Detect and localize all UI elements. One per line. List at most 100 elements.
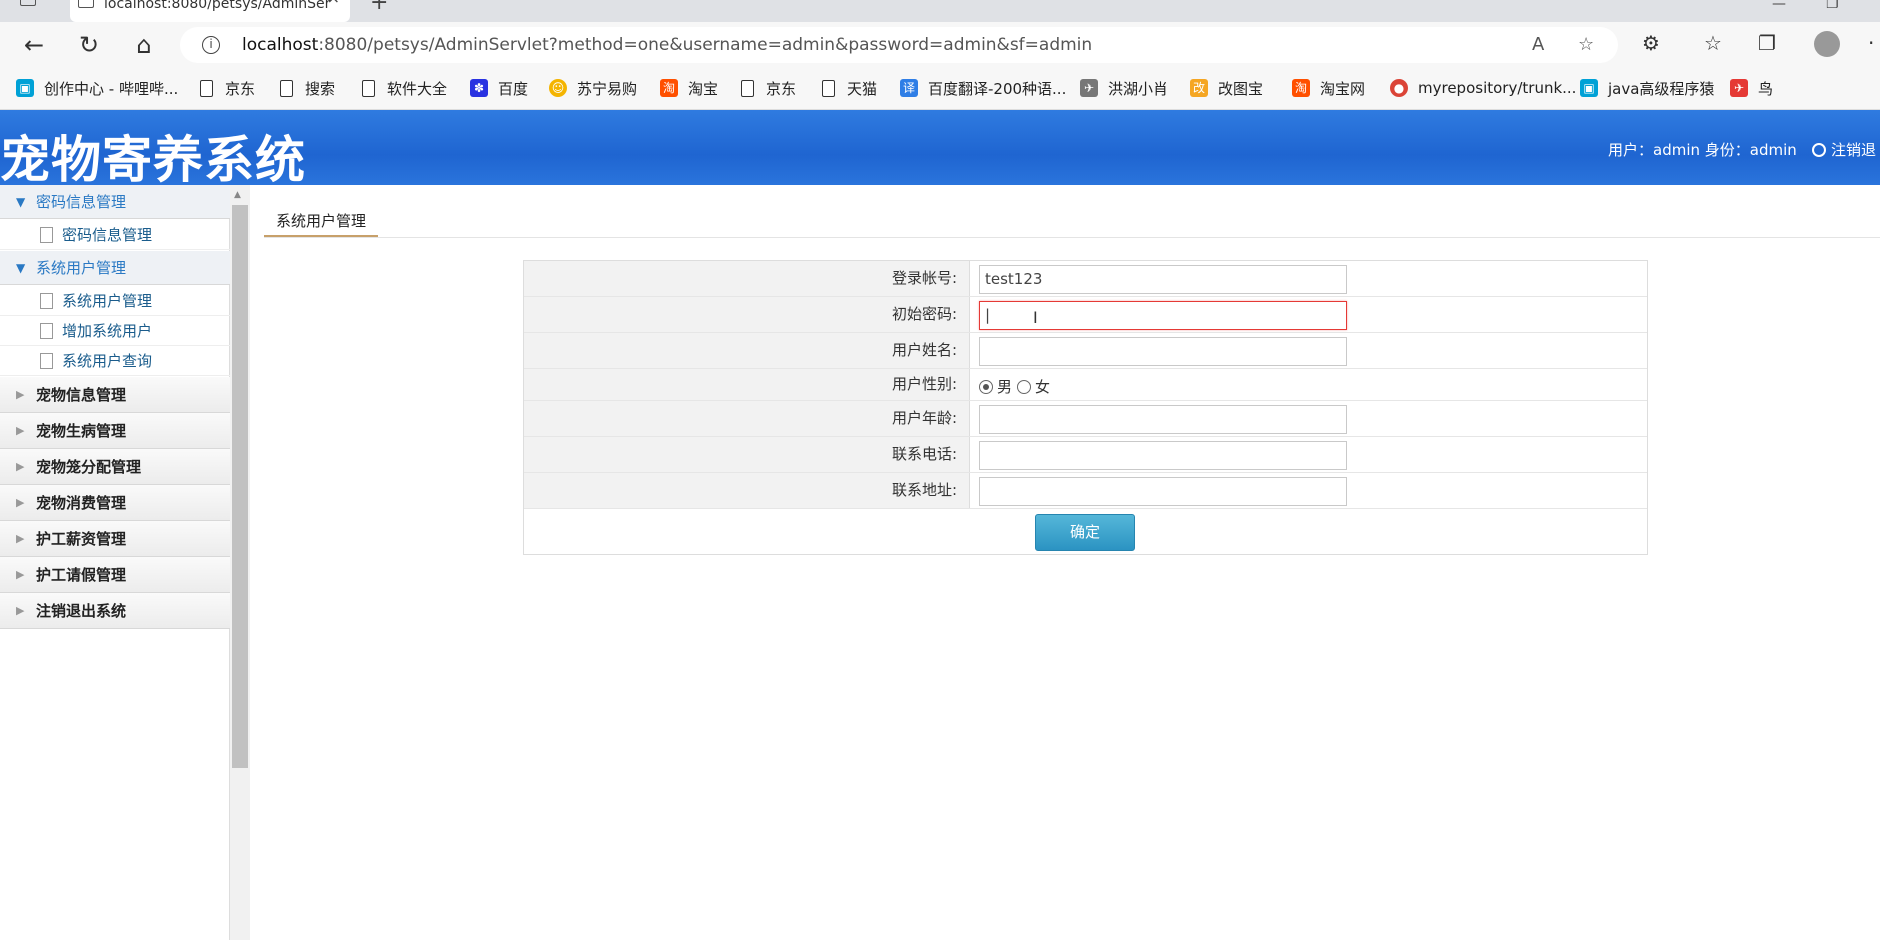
form-row-phone: 联系电话: [524,437,1647,473]
collections-icon[interactable]: ❐ [1758,31,1776,55]
page-icon [40,227,53,243]
age-input[interactable] [979,405,1347,434]
bookmark-item[interactable]: 软件大全 [362,77,447,99]
collapsed-arrow-icon: ▶ [16,460,25,473]
phone-label: 联系电话: [524,437,970,472]
tab-actions-icon[interactable] [20,0,36,6]
gender-female-label: 女 [1035,378,1051,396]
submit-button[interactable]: 确定 [1035,514,1135,551]
tab-sysuser-manage[interactable]: 系统用户管理 [264,205,378,237]
page-icon [362,79,375,97]
bookmarks-bar: ▣ 创作中心 - 哔哩哔... 京东 搜索 软件大全 ✽ 百度 ☺ 苏宁易购 淘淘宝 … [0,68,1880,110]
address-bar[interactable]: i localhost:8080/petsys/AdminServlet?met… [180,27,1618,63]
password-label: 初始密码: [524,297,970,332]
home-icon[interactable]: ⌂ [126,27,162,63]
form-row-account: 登录帐号: test123 [524,261,1647,297]
main-content: 系统用户管理 登录帐号: test123 初始密码: | 用户姓名: 用户性别:… [250,185,1880,940]
back-icon[interactable]: ← [16,27,52,63]
profile-avatar[interactable] [1814,31,1840,57]
tab-title: localhost:8080/petsys/AdminSer [104,0,331,12]
sidebar-group-pet-info[interactable]: ▶ 宠物信息管理 [0,377,230,413]
sidebar-group-pet-cage[interactable]: ▶ 宠物笼分配管理 [0,449,230,485]
sidebar-scrollbar[interactable]: ▲ [230,185,250,940]
sidebar-item-sysuser-add[interactable]: 增加系统用户 [0,316,230,346]
sidebar-group-logout[interactable]: ▶ 注销退出系统 [0,593,230,629]
page-icon [822,79,835,97]
bookmark-item[interactable]: 京东 [200,77,255,99]
page-icon [78,0,94,8]
close-tab-icon[interactable]: × [327,0,340,6]
extensions-icon[interactable]: ⚙ [1642,31,1660,55]
favorites-icon[interactable]: ☆ [1704,31,1722,55]
bookmark-item[interactable]: ✈ 鸟 [1730,77,1773,99]
sidebar-group-nurse-leave[interactable]: ▶ 护工请假管理 [0,557,230,593]
bookmark-item[interactable]: ✽ 百度 [470,77,528,99]
bookmark-item[interactable]: ● myrepository/trunk... [1390,77,1576,99]
refresh-icon[interactable]: ↻ [71,27,107,63]
sidebar-item-sysuser-manage[interactable]: 系统用户管理 [0,286,230,316]
collapsed-arrow-icon: ▶ [16,604,25,617]
bookmark-item[interactable]: ▣ 创作中心 - 哔哩哔... [16,77,178,99]
address-input[interactable] [979,477,1347,506]
gaitubao-icon: 改 [1190,79,1208,97]
address-toolbar: ← ↻ ⌂ i localhost:8080/petsys/AdminServl… [0,22,1880,68]
sidebar-group-password[interactable]: ▼ 密码信息管理 [0,185,230,219]
sidebar-group-nurse-salary[interactable]: ▶ 护工薪资管理 [0,521,230,557]
bilibili-icon: ▣ [1580,79,1598,97]
sidebar-group-pet-consume[interactable]: ▶ 宠物消费管理 [0,485,230,521]
scrollbar-thumb[interactable] [232,205,248,768]
url-text[interactable]: localhost:8080/petsys/AdminServlet?metho… [242,35,1092,55]
favorite-add-icon[interactable]: ☆ [1578,34,1594,55]
collapsed-arrow-icon: ▶ [16,496,25,509]
gender-male-radio[interactable] [979,379,993,394]
expanded-arrow-icon: ▼ [16,261,26,275]
site-info-icon[interactable]: i [202,36,220,54]
bookmark-item[interactable]: 译百度翻译-200种语... [900,77,1066,99]
bookmark-item[interactable]: ▣ java高级程序猿 [1580,77,1714,99]
scroll-up-icon[interactable]: ▲ [234,190,241,200]
bookmark-item[interactable]: ☺ 苏宁易购 [549,77,637,99]
read-aloud-icon[interactable]: A [1532,34,1544,55]
account-input[interactable]: test123 [979,265,1347,294]
bookmark-item[interactable]: 淘淘宝网 [1292,77,1365,99]
suning-icon: ☺ [549,79,567,97]
gender-male-label: 男 [997,378,1013,396]
phone-input[interactable] [979,441,1347,470]
bookmark-item[interactable]: 天猫 [822,77,877,99]
address-label: 联系地址: [524,473,970,508]
browser-tab-active[interactable]: localhost:8080/petsys/AdminSer × [70,0,350,22]
sidebar-group-sysuser[interactable]: ▼ 系统用户管理 [0,251,230,285]
sidebar-menu: ▼ 密码信息管理 密码信息管理 ▼ 系统用户管理 系统用户管理 增加系统用户 系统用… [0,185,230,940]
collapsed-arrow-icon: ▶ [16,424,25,437]
bookmark-item[interactable]: 改改图宝 [1190,77,1263,99]
bilibili-icon: ▣ [16,79,34,97]
app-header: 宠物寄养系统 用户：admin 身份：admin 注销退 [0,110,1880,189]
browser-tabstrip: localhost:8080/petsys/AdminSer × + — ❐ [0,0,1880,22]
bookmark-item[interactable]: 淘淘宝 [660,77,718,99]
gender-label: 用户性别: [524,369,970,400]
bookmark-item[interactable]: ✈ 洪湖小肖 [1080,77,1168,99]
text-cursor-icon: I [1033,308,1038,327]
sidebar-item-password-manage[interactable]: 密码信息管理 [0,220,230,250]
expanded-arrow-icon: ▼ [16,195,26,209]
name-input[interactable] [979,337,1347,366]
page-icon [200,79,213,97]
sidebar-item-sysuser-query[interactable]: 系统用户查询 [0,346,230,376]
form-row-age: 用户年龄: [524,401,1647,437]
taobao-icon: 淘 [660,79,678,97]
user-info: 用户：admin 身份：admin [1608,141,1797,159]
gender-female-radio[interactable] [1017,379,1032,394]
fanyi-icon: 译 [900,79,918,97]
minimize-icon[interactable]: — [1772,0,1786,12]
collapsed-arrow-icon: ▶ [16,532,25,545]
account-label: 登录帐号: [524,261,970,296]
restore-icon[interactable]: ❐ [1826,0,1839,12]
bookmark-item[interactable]: 搜索 [280,77,335,99]
new-tab-icon[interactable]: + [370,0,388,15]
form-row-name: 用户姓名: [524,333,1647,369]
logout-link[interactable]: 注销退 [1812,139,1876,160]
taobao-icon: 淘 [1292,79,1310,97]
bookmark-item[interactable]: 京东 [741,77,796,99]
sidebar-group-pet-sick[interactable]: ▶ 宠物生病管理 [0,413,230,449]
more-icon[interactable]: · [1868,31,1874,55]
